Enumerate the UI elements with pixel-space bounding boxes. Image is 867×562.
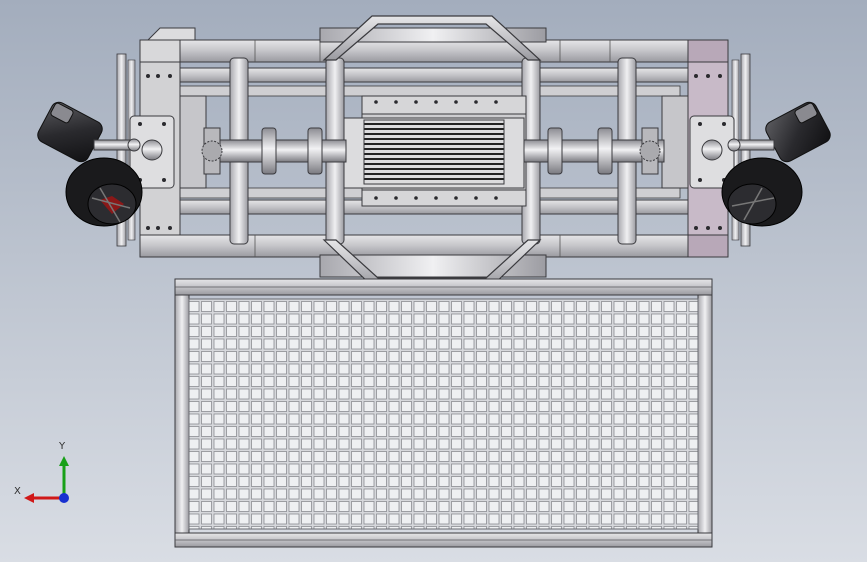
left-shaft-collar-2 xyxy=(307,127,323,175)
right-shaft-collar-2 xyxy=(597,127,613,175)
y-axis-arrowhead xyxy=(59,456,69,466)
y-axis-label: Y xyxy=(59,441,66,452)
left-top-block xyxy=(139,39,181,63)
basket-right-post xyxy=(697,294,713,534)
right-bottom-block xyxy=(687,234,729,258)
mesh-basket[interactable] xyxy=(174,278,713,548)
upper-inner-rail xyxy=(179,85,681,97)
basket-mesh-panel xyxy=(188,298,699,530)
z-axis-origin xyxy=(59,493,69,503)
cad-model-scene[interactable] xyxy=(0,0,867,562)
coordinate-triad: X Y xyxy=(10,440,80,510)
left-bracket xyxy=(146,27,196,41)
x-axis-arrowhead xyxy=(24,493,34,503)
x-axis-label: X xyxy=(14,486,21,497)
right-inner-plate xyxy=(661,95,689,189)
left-sprocket xyxy=(201,127,223,175)
right-shaft-collar xyxy=(547,127,563,175)
right-sprocket xyxy=(639,127,661,175)
graphics-viewport[interactable]: X Y xyxy=(0,0,867,562)
basket-left-post xyxy=(174,294,190,534)
center-top-plate xyxy=(361,95,527,115)
left-shaft-collar xyxy=(261,127,277,175)
center-bottom-plate xyxy=(361,189,527,207)
right-top-block xyxy=(687,39,729,63)
top-frame-assembly[interactable] xyxy=(116,15,751,287)
left-inner-plate xyxy=(179,95,207,189)
